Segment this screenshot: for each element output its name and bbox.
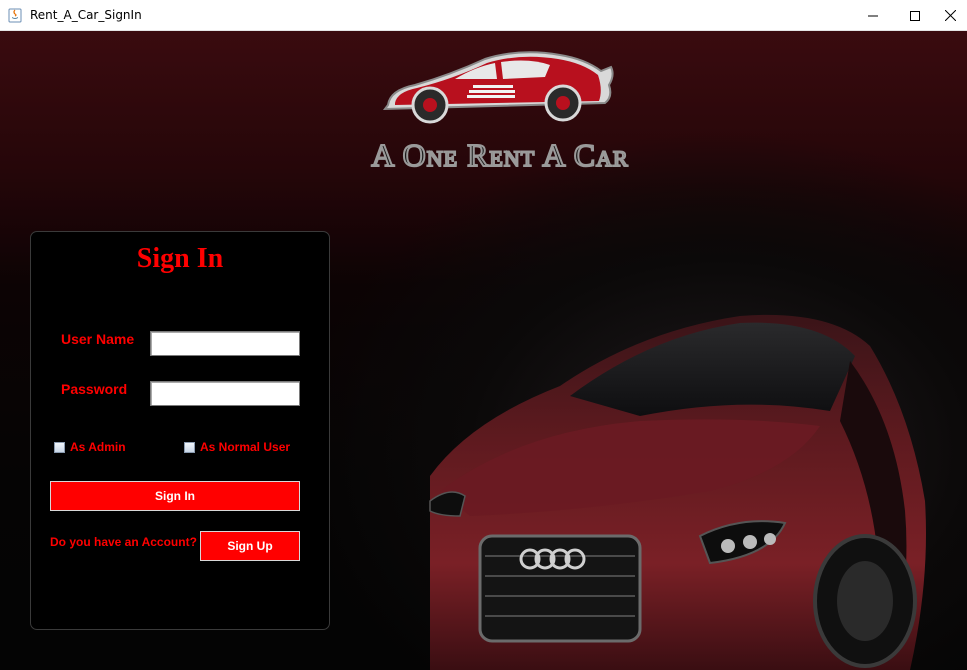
logo-text: A One Rent A Car bbox=[371, 137, 628, 173]
app-window: Rent_A_Car_SignIn A One Rent A Car Sign … bbox=[0, 0, 967, 670]
maximize-icon bbox=[910, 10, 920, 21]
minimize-button[interactable] bbox=[850, 0, 896, 31]
close-button[interactable] bbox=[934, 0, 967, 31]
minimize-icon bbox=[868, 15, 878, 16]
as-normal-user-label: As Normal User bbox=[200, 440, 291, 454]
username-input[interactable] bbox=[150, 331, 300, 356]
brand-logo: A One Rent A Car bbox=[370, 51, 629, 174]
main-content: A One Rent A Car Sign In User Name Passw… bbox=[0, 31, 967, 670]
sign-in-button[interactable]: Sign In bbox=[50, 481, 300, 511]
as-admin-label: As Admin bbox=[70, 440, 126, 454]
title-bar[interactable]: Rent_A_Car_SignIn bbox=[0, 0, 967, 31]
logo-car-icon bbox=[382, 51, 614, 124]
sports-car-image bbox=[429, 314, 926, 670]
window-title: Rent_A_Car_SignIn bbox=[30, 8, 142, 22]
sign-up-button[interactable]: Sign Up bbox=[200, 531, 300, 561]
username-label: User Name bbox=[61, 331, 135, 347]
signin-title: Sign In bbox=[136, 243, 224, 274]
as-admin-checkbox[interactable]: As Admin bbox=[54, 440, 126, 454]
as-normal-user-checkbox[interactable]: As Normal User bbox=[184, 440, 290, 454]
java-app-icon bbox=[8, 8, 22, 23]
maximize-button[interactable] bbox=[892, 0, 938, 31]
checkbox-box[interactable] bbox=[54, 441, 65, 453]
signin-panel: Sign In User Name Password As Admin As N… bbox=[30, 231, 330, 630]
checkbox-box[interactable] bbox=[184, 441, 195, 453]
password-input[interactable] bbox=[150, 381, 300, 406]
password-label: Password bbox=[61, 381, 128, 397]
account-question: Do you have an Account? bbox=[50, 535, 197, 549]
close-icon bbox=[945, 10, 956, 21]
